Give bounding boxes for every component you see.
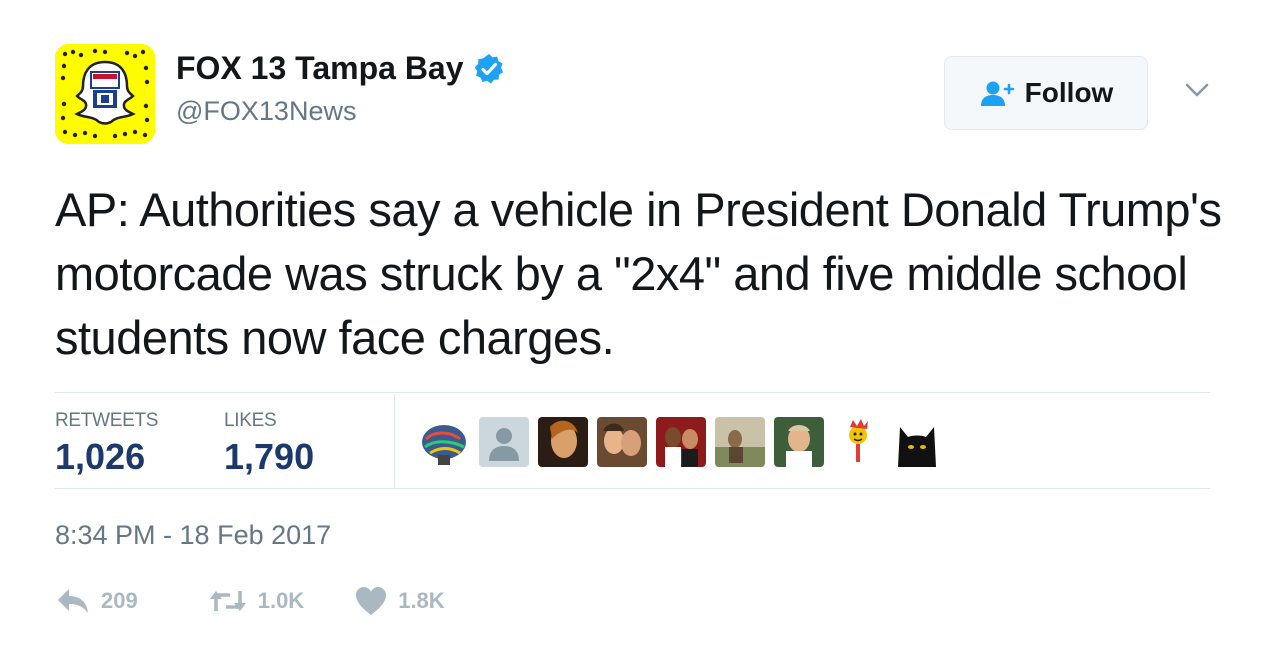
account-handle[interactable]: @FOX13News (176, 96, 356, 127)
like-count: 1.8K (398, 588, 445, 613)
account-name-text[interactable]: FOX 13 Tampa Bay (176, 50, 464, 87)
tweet-actions: 209 1.0K 1.8K (55, 585, 495, 617)
tweet-text: AP: Authorities say a vehicle in Preside… (55, 183, 1222, 364)
reply-icon (58, 589, 88, 613)
add-user-icon (980, 81, 1014, 106)
retweet-button[interactable]: 1.0K (208, 585, 304, 617)
liker-avatars (420, 417, 951, 467)
liker-avatar[interactable] (833, 417, 883, 467)
liker-avatar[interactable] (479, 417, 529, 467)
stats-separator (394, 394, 395, 488)
follow-button-label: Follow (1024, 77, 1114, 108)
follow-button[interactable]: Follow (944, 56, 1148, 130)
heart-icon (356, 587, 387, 615)
snapcode-logo (55, 44, 155, 144)
liker-avatar[interactable] (892, 417, 942, 467)
liker-avatar[interactable] (774, 417, 824, 467)
liker-avatar[interactable] (420, 417, 470, 467)
liker-avatar[interactable] (597, 417, 647, 467)
account-name[interactable]: FOX 13 Tampa Bay (176, 50, 506, 87)
verified-badge-icon (472, 52, 506, 86)
stats-bottom-divider (55, 488, 1210, 489)
retweet-count: 1.0K (257, 588, 305, 613)
like-button[interactable]: 1.8K (354, 585, 445, 617)
retweets-count[interactable]: 1,026 (55, 436, 145, 478)
stats-top-divider (55, 392, 1210, 393)
tweet-timestamp[interactable]: 8:34 PM - 18 Feb 2017 (55, 520, 331, 551)
reply-count: 209 (101, 588, 138, 613)
retweets-label[interactable]: RETWEETS (55, 410, 158, 432)
account-avatar[interactable] (55, 44, 155, 144)
likes-label[interactable]: LIKES (224, 410, 277, 432)
reply-button[interactable]: 209 (55, 585, 138, 617)
retweet-icon (209, 591, 246, 611)
liker-avatar[interactable] (715, 417, 765, 467)
liker-avatar[interactable] (538, 417, 588, 467)
chevron-down-icon[interactable] (1184, 80, 1210, 100)
liker-avatar[interactable] (656, 417, 706, 467)
likes-count[interactable]: 1,790 (224, 436, 314, 478)
